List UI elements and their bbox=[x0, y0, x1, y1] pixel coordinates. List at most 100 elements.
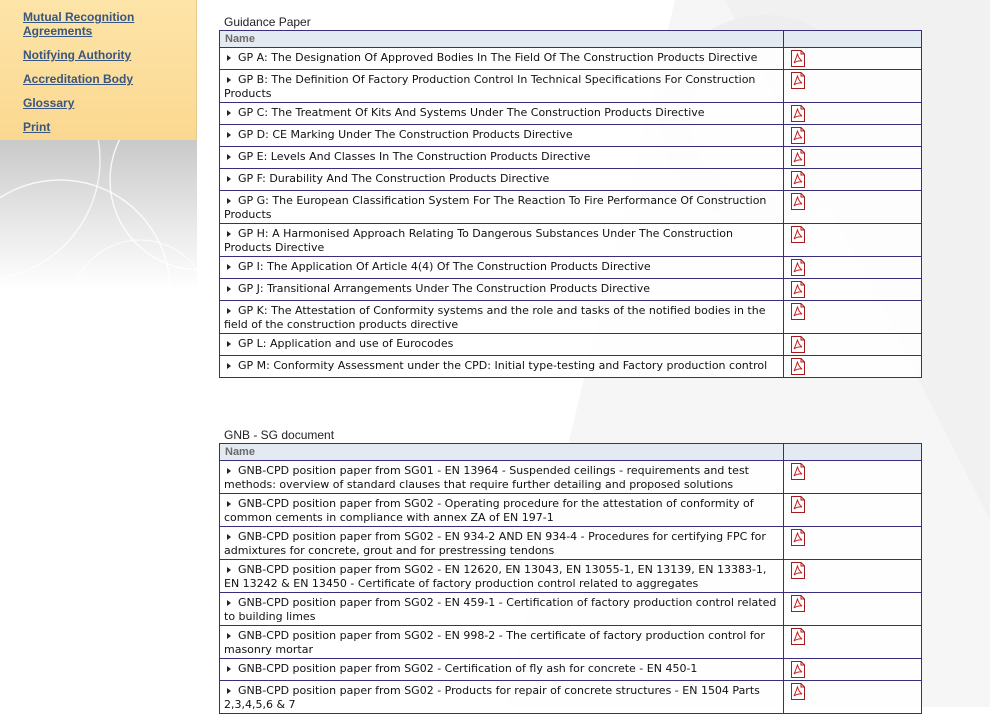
expand-arrow-icon[interactable] bbox=[227, 687, 231, 694]
pdf-icon[interactable] bbox=[790, 259, 915, 276]
expand-arrow-icon[interactable] bbox=[227, 197, 231, 204]
pdf-icon[interactable] bbox=[790, 105, 915, 122]
expand-arrow-icon[interactable] bbox=[227, 307, 231, 314]
document-title[interactable]: GP H: A Harmonised Approach Relating To … bbox=[224, 227, 733, 254]
document-download-cell bbox=[783, 278, 922, 301]
pdf-icon[interactable] bbox=[790, 50, 915, 67]
table-header-row: Name bbox=[219, 443, 922, 461]
expand-arrow-icon[interactable] bbox=[227, 599, 231, 606]
expand-arrow-icon[interactable] bbox=[227, 109, 231, 116]
document-download-cell bbox=[783, 69, 922, 103]
table-row: GP B: The Definition Of Factory Producti… bbox=[219, 69, 922, 103]
pdf-icon[interactable] bbox=[790, 281, 915, 298]
table-row: GNB-CPD position paper from SG02 - EN 12… bbox=[219, 559, 922, 593]
expand-arrow-icon[interactable] bbox=[227, 340, 231, 347]
pdf-icon[interactable] bbox=[790, 336, 915, 353]
table-row: GP E: Levels And Classes In The Construc… bbox=[219, 146, 922, 169]
expand-arrow-icon[interactable] bbox=[227, 632, 231, 639]
expand-arrow-icon[interactable] bbox=[227, 175, 231, 182]
document-download-cell bbox=[783, 559, 922, 593]
document-title[interactable]: GP J: Transitional Arrangements Under Th… bbox=[238, 282, 650, 295]
expand-arrow-icon[interactable] bbox=[227, 230, 231, 237]
document-download-cell bbox=[783, 47, 922, 70]
pdf-icon[interactable] bbox=[790, 683, 915, 700]
document-title[interactable]: GNB-CPD position paper from SG02 - EN 12… bbox=[224, 563, 766, 590]
gnb-sg-document-table-body: GNB-CPD position paper from SG01 - EN 13… bbox=[219, 460, 922, 714]
document-title[interactable]: GP K: The Attestation of Conformity syst… bbox=[224, 304, 765, 331]
document-title[interactable]: GNB-CPD position paper from SG02 - Certi… bbox=[238, 662, 697, 675]
expand-arrow-icon[interactable] bbox=[227, 76, 231, 83]
expand-arrow-icon[interactable] bbox=[227, 467, 231, 474]
pdf-icon[interactable] bbox=[790, 496, 915, 513]
document-title[interactable]: GNB-CPD position paper from SG02 - EN 99… bbox=[224, 629, 765, 656]
document-title[interactable]: GNB-CPD position paper from SG02 - EN 93… bbox=[224, 530, 766, 557]
pdf-icon[interactable] bbox=[790, 661, 915, 678]
expand-arrow-icon[interactable] bbox=[227, 362, 231, 369]
sidebar-link-notifying-authority[interactable]: Notifying Authority bbox=[23, 48, 193, 62]
pdf-icon[interactable] bbox=[790, 193, 915, 210]
document-name-cell: GP L: Application and use of Eurocodes bbox=[219, 333, 784, 356]
document-title[interactable]: GP L: Application and use of Eurocodes bbox=[238, 337, 453, 350]
document-title[interactable]: GNB-CPD position paper from SG01 - EN 13… bbox=[224, 464, 749, 491]
table-row: GP H: A Harmonised Approach Relating To … bbox=[219, 223, 922, 257]
pdf-icon[interactable] bbox=[790, 529, 915, 546]
expand-arrow-icon[interactable] bbox=[227, 285, 231, 292]
sidebar-link-mutual-recognition-agreements[interactable]: Mutual Recognition Agreements bbox=[23, 10, 193, 38]
sidebar: Mutual Recognition Agreements Notifying … bbox=[0, 0, 197, 707]
document-name-cell: GNB-CPD position paper from SG02 - Certi… bbox=[219, 658, 784, 681]
document-title[interactable]: GP D: CE Marking Under The Construction … bbox=[238, 128, 573, 141]
document-title[interactable]: GP A: The Designation Of Approved Bodies… bbox=[238, 51, 757, 64]
document-title[interactable]: GP C: The Treatment Of Kits And Systems … bbox=[238, 106, 705, 119]
expand-arrow-icon[interactable] bbox=[227, 54, 231, 61]
table-row: GP J: Transitional Arrangements Under Th… bbox=[219, 278, 922, 301]
document-name-cell: GNB-CPD position paper from SG02 - EN 45… bbox=[219, 592, 784, 626]
expand-arrow-icon[interactable] bbox=[227, 263, 231, 270]
expand-arrow-icon[interactable] bbox=[227, 153, 231, 160]
sidebar-link-glossary[interactable]: Glossary bbox=[23, 96, 193, 110]
table-row: GNB-CPD position paper from SG02 - EN 99… bbox=[219, 625, 922, 659]
document-title[interactable]: GNB-CPD position paper from SG02 - EN 45… bbox=[224, 596, 776, 623]
pdf-icon[interactable] bbox=[790, 127, 915, 144]
document-title[interactable]: GP M: Conformity Assessment under the CP… bbox=[238, 359, 767, 372]
pdf-icon[interactable] bbox=[790, 463, 915, 480]
pdf-icon[interactable] bbox=[790, 226, 915, 243]
pdf-icon[interactable] bbox=[790, 303, 915, 320]
document-download-cell bbox=[783, 493, 922, 527]
pdf-icon[interactable] bbox=[790, 358, 915, 375]
pdf-icon[interactable] bbox=[790, 149, 915, 166]
document-name-cell: GP H: A Harmonised Approach Relating To … bbox=[219, 223, 784, 257]
guidance-paper-section: Guidance Paper Name GP A: The Designatio… bbox=[219, 14, 922, 378]
document-download-cell bbox=[783, 592, 922, 626]
guidance-paper-table: Name GP A: The Designation Of Approved B… bbox=[219, 30, 922, 378]
gnb-sg-document-table: Name GNB-CPD position paper from SG01 - … bbox=[219, 443, 922, 714]
pdf-icon[interactable] bbox=[790, 171, 915, 188]
document-title[interactable]: GP B: The Definition Of Factory Producti… bbox=[224, 73, 755, 100]
document-title[interactable]: GP G: The European Classification System… bbox=[224, 194, 766, 221]
document-name-cell: GP M: Conformity Assessment under the CP… bbox=[219, 355, 784, 378]
table-row: GP A: The Designation Of Approved Bodies… bbox=[219, 47, 922, 70]
document-download-cell bbox=[783, 168, 922, 191]
document-name-cell: GP D: CE Marking Under The Construction … bbox=[219, 124, 784, 147]
expand-arrow-icon[interactable] bbox=[227, 533, 231, 540]
table-row: GNB-CPD position paper from SG02 - Produ… bbox=[219, 680, 922, 714]
pdf-icon[interactable] bbox=[790, 595, 915, 612]
document-title[interactable]: GP E: Levels And Classes In The Construc… bbox=[238, 150, 590, 163]
document-name-cell: GNB-CPD position paper from SG02 - EN 12… bbox=[219, 559, 784, 593]
expand-arrow-icon[interactable] bbox=[227, 566, 231, 573]
guidance-paper-table-body: GP A: The Designation Of Approved Bodies… bbox=[219, 47, 922, 378]
document-title[interactable]: GP I: The Application Of Article 4(4) Of… bbox=[238, 260, 651, 273]
expand-arrow-icon[interactable] bbox=[227, 500, 231, 507]
sidebar-link-print[interactable]: Print bbox=[23, 120, 193, 134]
table-row: GP C: The Treatment Of Kits And Systems … bbox=[219, 102, 922, 125]
document-download-cell bbox=[783, 625, 922, 659]
expand-arrow-icon[interactable] bbox=[227, 665, 231, 672]
sidebar-link-accreditation-body[interactable]: Accreditation Body bbox=[23, 72, 193, 86]
pdf-icon[interactable] bbox=[790, 562, 915, 579]
table-header-row: Name bbox=[219, 30, 922, 48]
table-row: GP I: The Application Of Article 4(4) Of… bbox=[219, 256, 922, 279]
pdf-icon[interactable] bbox=[790, 72, 915, 89]
document-title[interactable]: GP F: Durability And The Construction Pr… bbox=[238, 172, 549, 185]
pdf-icon[interactable] bbox=[790, 628, 915, 645]
document-title[interactable]: GNB-CPD position paper from SG02 - Opera… bbox=[224, 497, 754, 524]
expand-arrow-icon[interactable] bbox=[227, 131, 231, 138]
